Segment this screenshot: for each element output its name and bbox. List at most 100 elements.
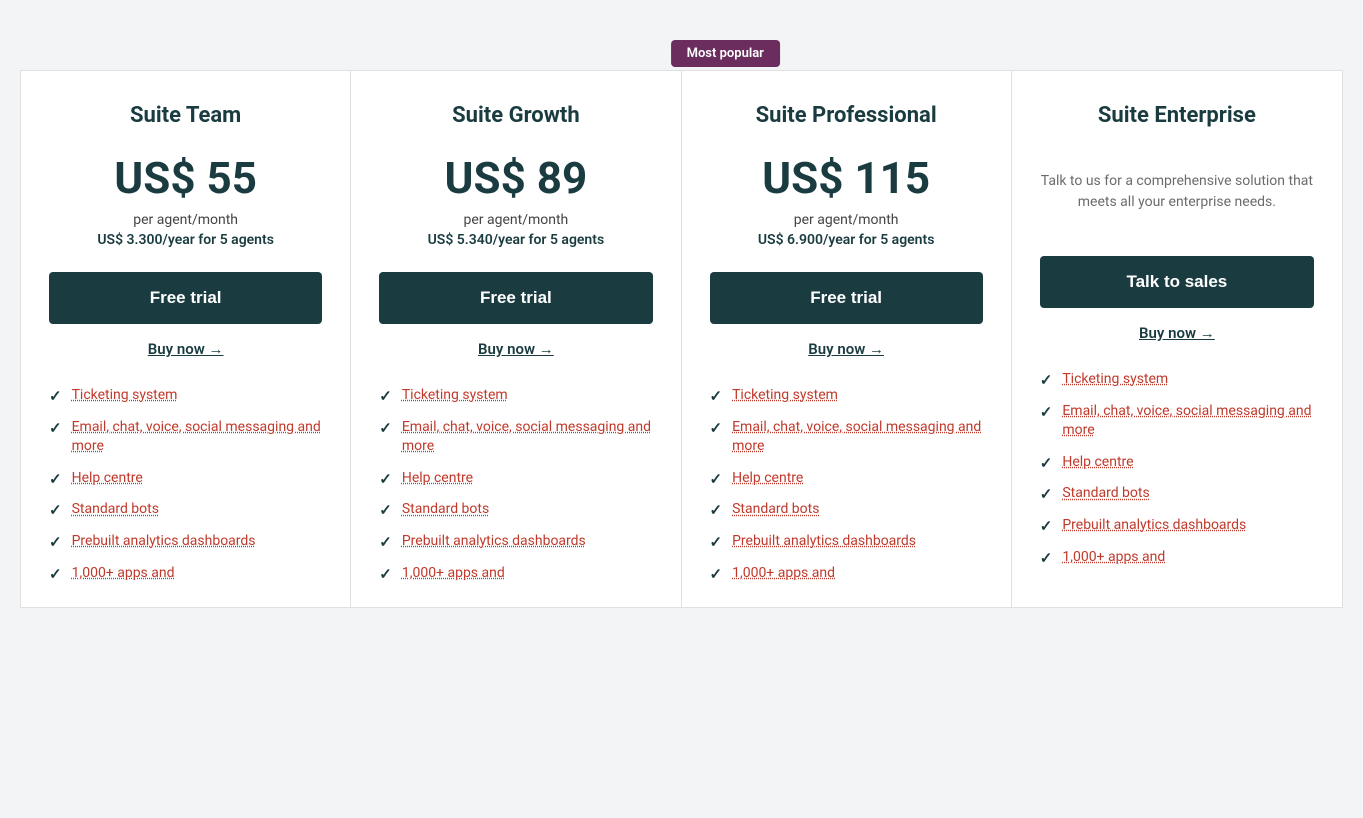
feature-link[interactable]: Help centre — [402, 469, 473, 489]
feature-item: ✓ 1,000+ apps and — [49, 564, 322, 584]
feature-item: ✓ Ticketing system — [1040, 370, 1314, 390]
feature-link[interactable]: Email, chat, voice, social messaging and… — [1062, 402, 1314, 441]
check-icon: ✓ — [1040, 485, 1053, 503]
feature-item: ✓ Prebuilt analytics dashboards — [1040, 516, 1314, 536]
plan-card-suite-growth: Suite Growth US$ 89 per agent/month US$ … — [351, 71, 681, 607]
feature-item: ✓ 1,000+ apps and — [710, 564, 983, 584]
feature-link[interactable]: Ticketing system — [402, 386, 508, 406]
feature-link[interactable]: Standard bots — [402, 500, 489, 520]
plan-card-suite-professional: Suite Professional US$ 115 per agent/mon… — [682, 71, 1012, 607]
free-trial-button-suite-team[interactable]: Free trial — [49, 272, 322, 324]
feature-link[interactable]: Prebuilt analytics dashboards — [402, 532, 586, 552]
plan-name-suite-professional: Suite Professional — [710, 103, 983, 128]
feature-item: ✓ Email, chat, voice, social messaging a… — [710, 418, 983, 457]
check-icon: ✓ — [1040, 549, 1053, 567]
talk-to-sales-button[interactable]: Talk to sales — [1040, 256, 1314, 308]
feature-item: ✓ Prebuilt analytics dashboards — [379, 532, 652, 552]
plan-card-suite-enterprise: Suite Enterprise Talk to us for a compre… — [1012, 71, 1342, 607]
feature-item: ✓ Email, chat, voice, social messaging a… — [1040, 402, 1314, 441]
plan-price-note-suite-professional: per agent/month — [710, 212, 983, 228]
plan-annual-suite-growth: US$ 5.340/year for 5 agents — [379, 232, 652, 248]
check-icon: ✓ — [379, 533, 392, 551]
plan-name-suite-growth: Suite Growth — [379, 103, 652, 128]
most-popular-badge: Most popular — [671, 40, 780, 67]
buy-now-link-suite-growth[interactable]: Buy now → — [379, 340, 652, 358]
check-icon: ✓ — [710, 470, 723, 488]
feature-link[interactable]: Ticketing system — [1062, 370, 1168, 390]
feature-item: ✓ Prebuilt analytics dashboards — [49, 532, 322, 552]
plan-price-note-suite-growth: per agent/month — [379, 212, 652, 228]
feature-item: ✓ Standard bots — [710, 500, 983, 520]
feature-item: ✓ Prebuilt analytics dashboards — [710, 532, 983, 552]
feature-item: ✓ Help centre — [710, 469, 983, 489]
feature-item: ✓ Standard bots — [379, 500, 652, 520]
check-icon: ✓ — [49, 419, 62, 437]
check-icon: ✓ — [379, 470, 392, 488]
feature-link[interactable]: Email, chat, voice, social messaging and… — [72, 418, 323, 457]
check-icon: ✓ — [1040, 517, 1053, 535]
feature-link[interactable]: 1,000+ apps and — [72, 564, 175, 584]
feature-link[interactable]: 1,000+ apps and — [402, 564, 505, 584]
feature-item: ✓ Email, chat, voice, social messaging a… — [379, 418, 652, 457]
check-icon: ✓ — [379, 565, 392, 583]
check-icon: ✓ — [49, 470, 62, 488]
check-icon: ✓ — [379, 387, 392, 405]
pricing-wrapper: Most popular Suite Team US$ 55 per agent… — [20, 40, 1343, 608]
buy-now-link-suite-team[interactable]: Buy now → — [49, 340, 322, 358]
feature-link[interactable]: 1,000+ apps and — [1062, 548, 1165, 568]
feature-link[interactable]: 1,000+ apps and — [732, 564, 835, 584]
feature-link[interactable]: Email, chat, voice, social messaging and… — [732, 418, 983, 457]
features-list-suite-team: ✓ Ticketing system ✓ Email, chat, voice,… — [49, 386, 322, 583]
plan-price-suite-professional: US$ 115 — [710, 152, 983, 204]
feature-link[interactable]: Prebuilt analytics dashboards — [1062, 516, 1246, 536]
feature-link[interactable]: Prebuilt analytics dashboards — [72, 532, 256, 552]
features-list-suite-professional: ✓ Ticketing system ✓ Email, chat, voice,… — [710, 386, 983, 583]
free-trial-button-suite-professional[interactable]: Free trial — [710, 272, 983, 324]
feature-link[interactable]: Ticketing system — [72, 386, 178, 406]
enterprise-description: Talk to us for a comprehensive solution … — [1040, 152, 1314, 232]
free-trial-button-suite-growth[interactable]: Free trial — [379, 272, 652, 324]
feature-item: ✓ 1,000+ apps and — [379, 564, 652, 584]
buy-now-link-suite-professional[interactable]: Buy now → — [710, 340, 983, 358]
feature-item: ✓ Help centre — [379, 469, 652, 489]
check-icon: ✓ — [1040, 454, 1053, 472]
plans-grid: Suite Team US$ 55 per agent/month US$ 3.… — [20, 70, 1343, 608]
feature-link[interactable]: Ticketing system — [732, 386, 838, 406]
check-icon: ✓ — [49, 565, 62, 583]
feature-item: ✓ Help centre — [49, 469, 322, 489]
feature-item: ✓ Ticketing system — [49, 386, 322, 406]
check-icon: ✓ — [1040, 371, 1053, 389]
feature-item: ✓ Ticketing system — [710, 386, 983, 406]
feature-link[interactable]: Standard bots — [1062, 484, 1149, 504]
check-icon: ✓ — [379, 501, 392, 519]
feature-link[interactable]: Prebuilt analytics dashboards — [732, 532, 916, 552]
plan-name-suite-enterprise: Suite Enterprise — [1040, 103, 1314, 128]
feature-item: ✓ Email, chat, voice, social messaging a… — [49, 418, 322, 457]
plan-price-suite-team: US$ 55 — [49, 152, 322, 204]
feature-item: ✓ 1,000+ apps and — [1040, 548, 1314, 568]
features-list-suite-enterprise: ✓ Ticketing system ✓ Email, chat, voice,… — [1040, 370, 1314, 567]
features-list-suite-growth: ✓ Ticketing system ✓ Email, chat, voice,… — [379, 386, 652, 583]
feature-link[interactable]: Help centre — [732, 469, 803, 489]
check-icon: ✓ — [1040, 403, 1053, 421]
check-icon: ✓ — [710, 565, 723, 583]
check-icon: ✓ — [710, 533, 723, 551]
check-icon: ✓ — [49, 387, 62, 405]
check-icon: ✓ — [710, 419, 723, 437]
plan-annual-suite-professional: US$ 6.900/year for 5 agents — [710, 232, 983, 248]
feature-item: ✓ Standard bots — [49, 500, 322, 520]
plan-name-suite-team: Suite Team — [49, 103, 322, 128]
plan-price-suite-growth: US$ 89 — [379, 152, 652, 204]
feature-item: ✓ Ticketing system — [379, 386, 652, 406]
feature-link[interactable]: Email, chat, voice, social messaging and… — [402, 418, 653, 457]
feature-link[interactable]: Help centre — [1062, 453, 1133, 473]
buy-now-link-suite-enterprise[interactable]: Buy now → — [1040, 324, 1314, 342]
feature-link[interactable]: Help centre — [72, 469, 143, 489]
check-icon: ✓ — [710, 501, 723, 519]
plan-card-suite-team: Suite Team US$ 55 per agent/month US$ 3.… — [21, 71, 351, 607]
feature-item: ✓ Standard bots — [1040, 484, 1314, 504]
feature-link[interactable]: Standard bots — [732, 500, 819, 520]
feature-link[interactable]: Standard bots — [72, 500, 159, 520]
plan-annual-suite-team: US$ 3.300/year for 5 agents — [49, 232, 322, 248]
plan-price-note-suite-team: per agent/month — [49, 212, 322, 228]
